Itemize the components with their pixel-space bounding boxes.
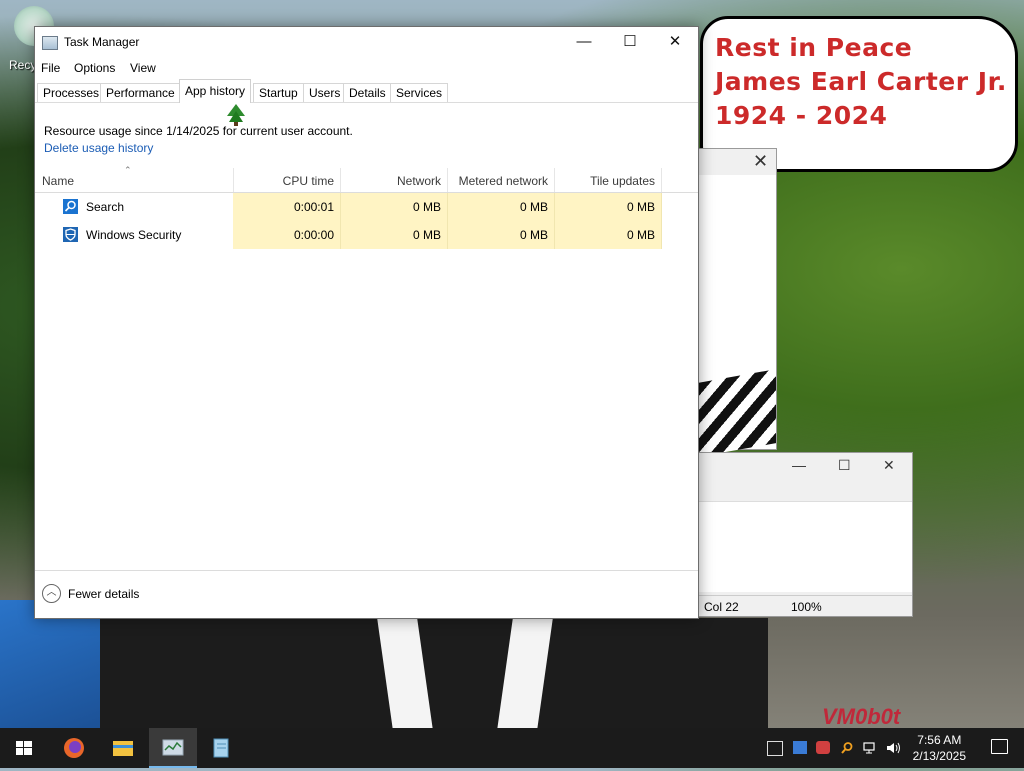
notepad-taskbar-button[interactable] bbox=[198, 728, 246, 768]
app-name: Windows Security bbox=[86, 228, 182, 242]
notepad-window[interactable]: — ☐ ✕ Col 22 100% bbox=[697, 452, 913, 617]
task-manager-window[interactable]: Task Manager — ☐ ✕ File Options View Pro… bbox=[34, 26, 699, 619]
footer: ︿ Fewer details bbox=[35, 570, 698, 618]
minimize-button[interactable]: — bbox=[561, 27, 607, 57]
christmas-tree-cursor-icon bbox=[227, 104, 245, 126]
chevron-up-icon[interactable]: ︿ bbox=[42, 584, 61, 603]
maximize-button[interactable]: ☐ bbox=[607, 27, 653, 57]
close-button[interactable]: ✕ bbox=[652, 27, 698, 57]
cpu-time-cell: 0:00:00 bbox=[233, 221, 341, 249]
column-header-cpu-time[interactable]: CPU time bbox=[233, 168, 341, 192]
start-icon bbox=[16, 741, 32, 755]
delete-usage-history-link[interactable]: Delete usage history bbox=[44, 141, 153, 155]
file-explorer-icon bbox=[113, 741, 133, 756]
menu-file[interactable]: File bbox=[41, 61, 60, 75]
table-row[interactable]: Windows Security 0:00:00 0 MB 0 MB 0 MB bbox=[35, 221, 698, 249]
metered-network-cell: 0 MB bbox=[448, 193, 555, 221]
tab-details[interactable]: Details bbox=[343, 83, 392, 102]
close-icon[interactable]: ✕ bbox=[883, 457, 895, 474]
notepad-status-bar: Col 22 100% bbox=[698, 595, 912, 616]
network-icon[interactable] bbox=[863, 741, 877, 754]
shield-icon bbox=[63, 227, 78, 242]
clapperboard-image bbox=[698, 369, 776, 457]
title-bar[interactable]: Task Manager — ☐ ✕ bbox=[35, 27, 698, 57]
search-icon bbox=[63, 199, 78, 214]
firefox-icon bbox=[64, 738, 84, 758]
menu-bar: File Options View bbox=[35, 57, 698, 79]
app-name: Search bbox=[86, 200, 125, 214]
cpu-time-cell: 0:00:01 bbox=[233, 193, 341, 221]
fewer-details-button[interactable]: Fewer details bbox=[68, 587, 139, 601]
clock-time: 7:56 AM bbox=[917, 733, 962, 747]
window-title: Task Manager bbox=[64, 35, 140, 49]
close-icon[interactable]: ✕ bbox=[753, 151, 768, 172]
tab-startup[interactable]: Startup bbox=[253, 83, 304, 102]
tab-processes[interactable]: Processes bbox=[37, 83, 106, 102]
column-header-metered-network[interactable]: Metered network bbox=[448, 168, 555, 192]
recycle-bin-label[interactable]: Recy bbox=[9, 58, 36, 72]
firefox-button[interactable] bbox=[50, 728, 98, 768]
minimize-icon[interactable]: — bbox=[792, 457, 806, 473]
tab-strip: Processes Performance App history Startu… bbox=[35, 79, 698, 103]
security-icon[interactable] bbox=[767, 741, 783, 756]
system-clock[interactable]: 7:56 AM 2/13/2025 bbox=[913, 732, 966, 764]
desktop-wallpaper-figure bbox=[100, 618, 768, 730]
watermark: VM0b0t bbox=[822, 704, 901, 729]
clock-date: 2/13/2025 bbox=[912, 749, 966, 763]
tab-app-history[interactable]: App history bbox=[179, 79, 252, 103]
bubble-line-3: 1924 - 2024 bbox=[715, 101, 888, 130]
taskbar: 7:56 AM 2/13/2025 bbox=[0, 728, 1024, 768]
maximize-icon[interactable]: ☐ bbox=[838, 457, 851, 474]
volume-icon[interactable] bbox=[886, 741, 900, 754]
tab-users[interactable]: Users bbox=[303, 83, 347, 102]
status-column: Col 22 bbox=[704, 600, 739, 614]
column-header-name[interactable]: Name bbox=[35, 168, 234, 192]
start-button[interactable] bbox=[0, 728, 48, 768]
notepad-text-area[interactable] bbox=[698, 501, 912, 592]
network-cell: 0 MB bbox=[341, 193, 448, 221]
bubble-line-2: James Earl Carter Jr. bbox=[715, 67, 1007, 96]
tab-services[interactable]: Services bbox=[390, 83, 449, 102]
task-manager-taskbar-button[interactable] bbox=[149, 728, 197, 768]
column-header-network[interactable]: Network bbox=[341, 168, 448, 192]
menu-options[interactable]: Options bbox=[74, 61, 115, 75]
tile-updates-cell: 0 MB bbox=[555, 193, 662, 221]
menu-view[interactable]: View bbox=[130, 61, 156, 75]
network-adapter-icon[interactable] bbox=[793, 741, 807, 754]
tab-performance[interactable]: Performance bbox=[100, 83, 181, 102]
metered-network-cell: 0 MB bbox=[448, 221, 555, 249]
task-manager-app-icon bbox=[42, 36, 58, 50]
column-header-tile-updates[interactable]: Tile updates bbox=[555, 168, 662, 192]
resource-usage-text: Resource usage since 1/14/2025 for curre… bbox=[44, 124, 353, 138]
notification-center-icon[interactable] bbox=[991, 739, 1008, 754]
tile-updates-cell: 0 MB bbox=[555, 221, 662, 249]
network-cell: 0 MB bbox=[341, 221, 448, 249]
status-zoom: 100% bbox=[791, 600, 822, 614]
bubble-line-1: Rest in Peace bbox=[715, 33, 913, 62]
antivirus-icon[interactable] bbox=[816, 741, 830, 754]
search-tray-icon[interactable] bbox=[840, 741, 854, 754]
file-explorer-button[interactable] bbox=[99, 728, 147, 768]
table-row[interactable]: Search 0:00:01 0 MB 0 MB 0 MB bbox=[35, 193, 698, 221]
notepad-icon bbox=[213, 738, 229, 758]
task-manager-icon bbox=[162, 739, 184, 756]
